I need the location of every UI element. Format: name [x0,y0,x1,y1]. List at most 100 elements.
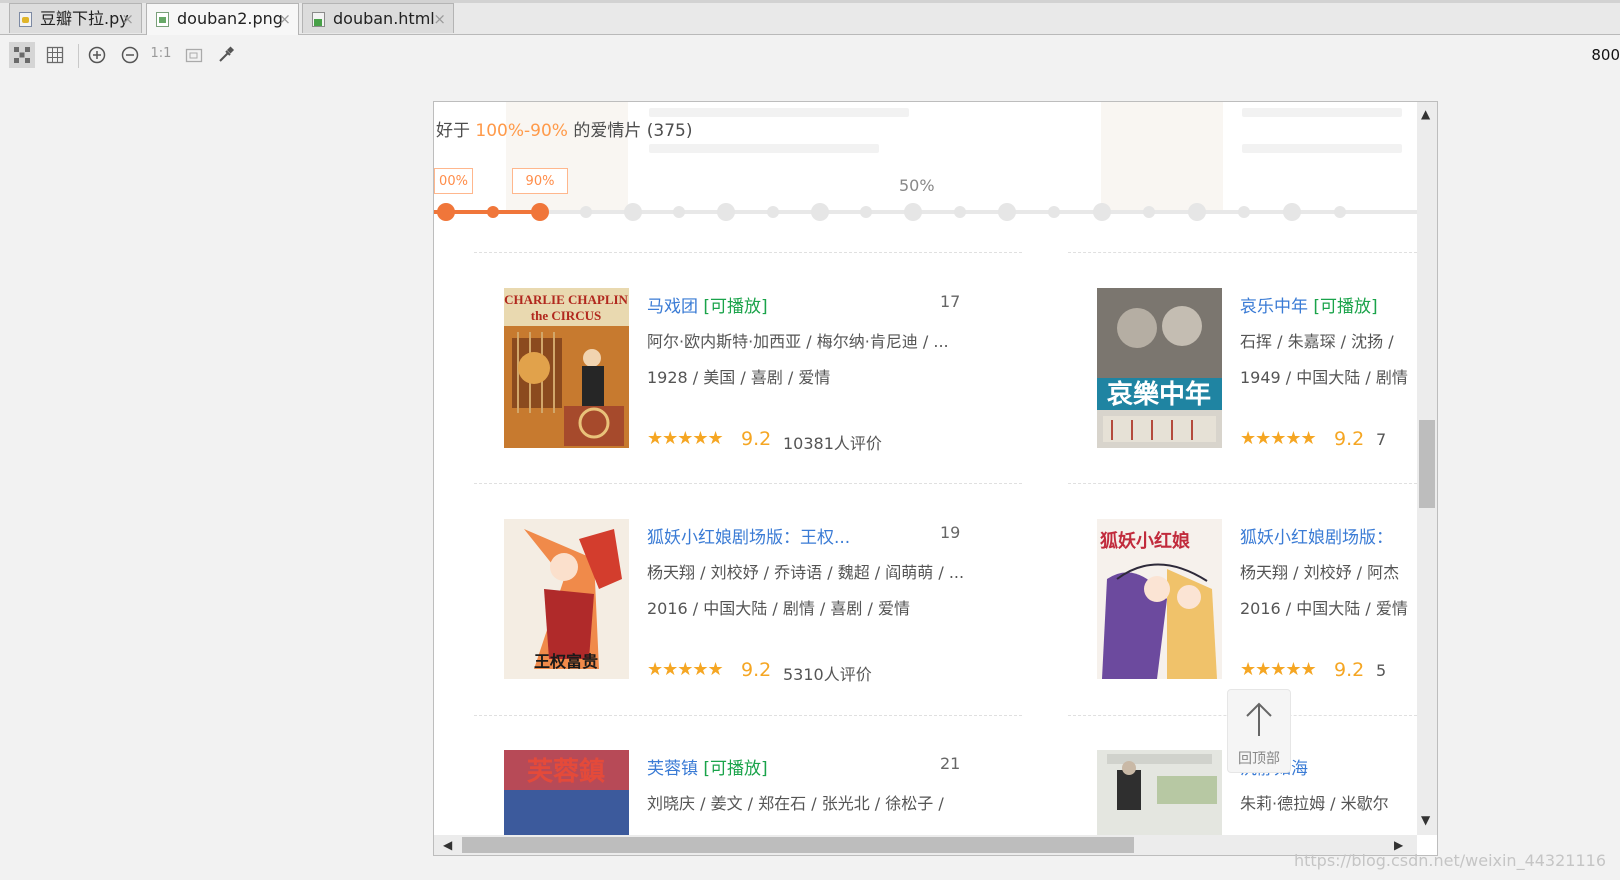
watermark-text: https://blog.csdn.net/weixin_44321116 [1293,851,1606,870]
faded-text [649,144,879,153]
zoom-out-icon [121,46,139,64]
color-picker-button[interactable] [213,42,239,68]
movie-poster[interactable]: 哀樂中年 [1097,288,1222,448]
slider-stop[interactable] [580,206,592,218]
slider-stop[interactable] [1143,206,1155,218]
rating-stars: ★★★★★ [647,428,724,449]
poster-fox-spirit: 狐妖小红娘 [1097,519,1222,679]
slider-stop[interactable] [954,206,966,218]
slider-stop[interactable] [811,203,829,221]
movie-poster[interactable]: 王权富贵 [504,519,629,679]
slider-stop[interactable] [860,206,872,218]
playable-tag: [可播放] [1313,297,1378,317]
slider-stop[interactable] [767,206,779,218]
movie-poster[interactable]: 狐妖小红娘 [1097,519,1222,679]
movie-poster[interactable]: CHARLIE CHAPLIN the CIRCUS [504,288,629,448]
movie-card: 王权富贵 狐妖小红娘剧场版：王权... 19 杨天翔 / 刘校妤 / 乔诗语 /… [504,519,1004,689]
movie-title: 哀乐中年 [1240,297,1308,317]
slider-stop[interactable] [1093,203,1111,221]
movie-title-link[interactable]: 狐妖小红娘剧场版： [1240,523,1393,548]
slider-stop[interactable] [487,206,499,218]
tab-label: douban2.png [177,9,283,28]
filter-range: 100%-90% [475,121,568,141]
zoom-in-button[interactable] [84,42,110,68]
slider-stop[interactable] [1238,206,1250,218]
movie-meta: 1928 / 美国 / 喜剧 / 爱情 [647,368,831,387]
movie-title-link[interactable]: 芙蓉镇 [可播放] [647,754,768,779]
poster-lettering: CHARLIE CHAPLIN [504,292,628,307]
poster-lettering: 芙蓉鎮 [527,756,605,786]
python-file-icon [19,12,32,27]
chessboard-toggle-button[interactable] [9,42,35,68]
slider-stop[interactable] [531,203,549,221]
movie-cast: 刘晓庆 / 姜文 / 郑在石 / 张光北 / 徐松子 / [647,794,944,813]
horizontal-scrollbar[interactable]: ◀ ▶ [434,835,1417,855]
scroll-down-arrow-icon[interactable]: ▼ [1421,814,1430,826]
movie-title: 芙蓉镇 [647,759,698,779]
slider-stop[interactable] [1188,203,1206,221]
movie-meta: 1949 / 中国大陆 / 剧情 [1240,368,1408,387]
slider-stop[interactable] [998,203,1016,221]
close-icon[interactable]: × [278,4,291,34]
close-icon[interactable]: × [121,4,134,34]
image-viewer-toolbar: 1:1 [0,36,1620,72]
movie-title-link[interactable]: 哀乐中年 [可播放] [1240,292,1378,317]
tab-douban-html[interactable]: douban.html × [302,3,454,33]
movie-cast: 阿尔·欧内斯特·加西亚 / 梅尔纳·肯尼迪 / ... [647,332,949,351]
movie-title: 马戏团 [647,297,698,317]
eyedropper-icon [219,46,235,62]
movie-cast: 杨天翔 / 刘校妤 / 阿杰 [1240,563,1400,582]
slider-handle-tip: 90% [512,168,568,194]
tab-douban-py[interactable]: 豆瓣下拉.py × [9,3,142,33]
slider-stop[interactable] [1048,206,1060,218]
back-to-top-label: 回顶部 [1238,751,1280,767]
vote-count: 10381人评价 [783,434,882,453]
zoom-out-button[interactable] [117,42,143,68]
movie-rank: 19 [940,523,961,542]
row-divider [474,252,1022,253]
image-canvas: 好于 100%-90% 的爱情片 (375) 00% 90% 50% CHARL… [433,101,1438,856]
arrow-up-icon [1246,702,1272,736]
movie-cast: 杨天翔 / 刘校妤 / 乔诗语 / 魏超 / 阎萌萌 / ... [647,563,965,582]
scroll-right-arrow-icon[interactable]: ▶ [1394,839,1403,851]
vertical-scrollbar[interactable]: ▲ ▼ [1417,102,1437,835]
close-icon[interactable]: × [433,4,446,34]
scroll-up-arrow-icon[interactable]: ▲ [1421,108,1430,120]
playable-tag: [可播放] [703,759,768,779]
movie-card: 狐妖小红娘 狐妖小红娘剧场版： 杨天翔 / 刘校妤 / 阿杰 2016 / 中国… [1097,519,1437,689]
html-file-icon [312,12,325,27]
rating-score: 9.2 [741,659,772,681]
tab-douban2-png[interactable]: douban2.png × [146,3,299,35]
vertical-scroll-thumb[interactable] [1419,420,1435,508]
movie-title-link[interactable]: 马戏团 [可播放] [647,292,768,317]
rating-score: 9.2 [1334,659,1365,681]
movie-title-link[interactable]: 狐妖小红娘剧场版：王权... [647,523,850,548]
movie-rank: 17 [940,292,961,311]
slider-stop[interactable] [1334,206,1346,218]
movie-meta: 2016 / 中国大陆 / 剧情 / 喜剧 / 爱情 [647,599,910,618]
movie-title: 狐妖小红娘剧场版： [1240,528,1393,548]
vote-count: 5310人评价 [783,665,872,684]
slider-stop[interactable] [904,203,922,221]
slider-stop[interactable] [717,203,735,221]
slider-stop[interactable] [1283,203,1301,221]
actual-size-button[interactable]: 1:1 [148,42,174,68]
fit-window-button[interactable] [181,42,207,68]
chessboard-icon [14,47,30,63]
slider-stop[interactable] [624,203,642,221]
poster-lettering: 王权富贵 [534,652,598,671]
slider-stop[interactable] [437,203,455,221]
toolbar-separator [78,44,79,68]
rating-score: 9.2 [741,428,772,450]
scroll-left-arrow-icon[interactable]: ◀ [443,839,452,851]
horizontal-scroll-thumb[interactable] [462,837,1134,853]
back-to-top-button[interactable]: 回顶部 [1227,689,1291,773]
zoom-in-icon [88,46,106,64]
poster-lettering: 哀樂中年 [1107,379,1211,410]
image-file-icon [156,12,169,27]
movie-title: 狐妖小红娘剧场版：王权... [647,528,851,548]
slider-stop[interactable] [673,206,685,218]
poster-circus: CHARLIE CHAPLIN the CIRCUS [504,288,629,448]
grid-toggle-button[interactable] [42,42,68,68]
faded-poster [1101,102,1223,212]
